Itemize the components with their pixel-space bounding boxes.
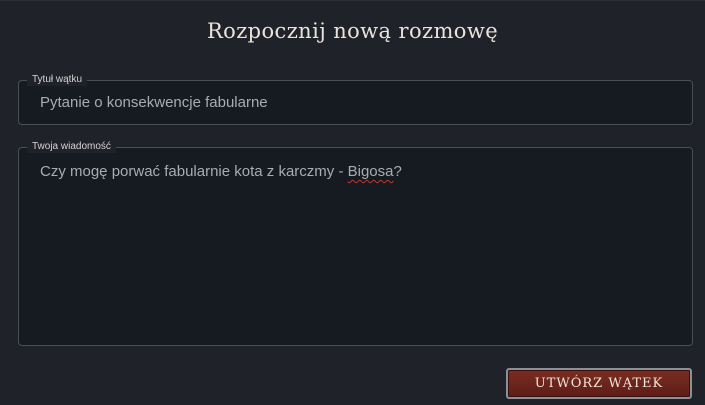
message-text: Czy mogę porwać fabularnie kota z karczm… xyxy=(40,163,348,180)
new-thread-panel: Rozpocznij nową rozmowę Tytuł wątku Pyta… xyxy=(0,0,705,405)
message-field[interactable]: Twoja wiadomość Czy mogę porwać fabularn… xyxy=(18,141,693,346)
misspelled-word: Bigosa xyxy=(347,163,394,180)
create-thread-button[interactable]: UTWÓRZ WĄTEK xyxy=(506,368,692,399)
thread-title-input[interactable]: Pytanie o konsekwencje fabularne xyxy=(40,94,268,111)
thread-title-field[interactable]: Tytuł wątku Pytanie o konsekwencje fabul… xyxy=(18,74,693,125)
message-label: Twoja wiadomość xyxy=(27,141,116,153)
thread-title-label: Tytuł wątku xyxy=(27,74,88,86)
page-title: Rozpocznij nową rozmowę xyxy=(206,19,499,43)
message-textarea[interactable]: Czy mogę porwać fabularnie kota z karczm… xyxy=(40,163,402,180)
message-text-end: ? xyxy=(393,163,402,180)
